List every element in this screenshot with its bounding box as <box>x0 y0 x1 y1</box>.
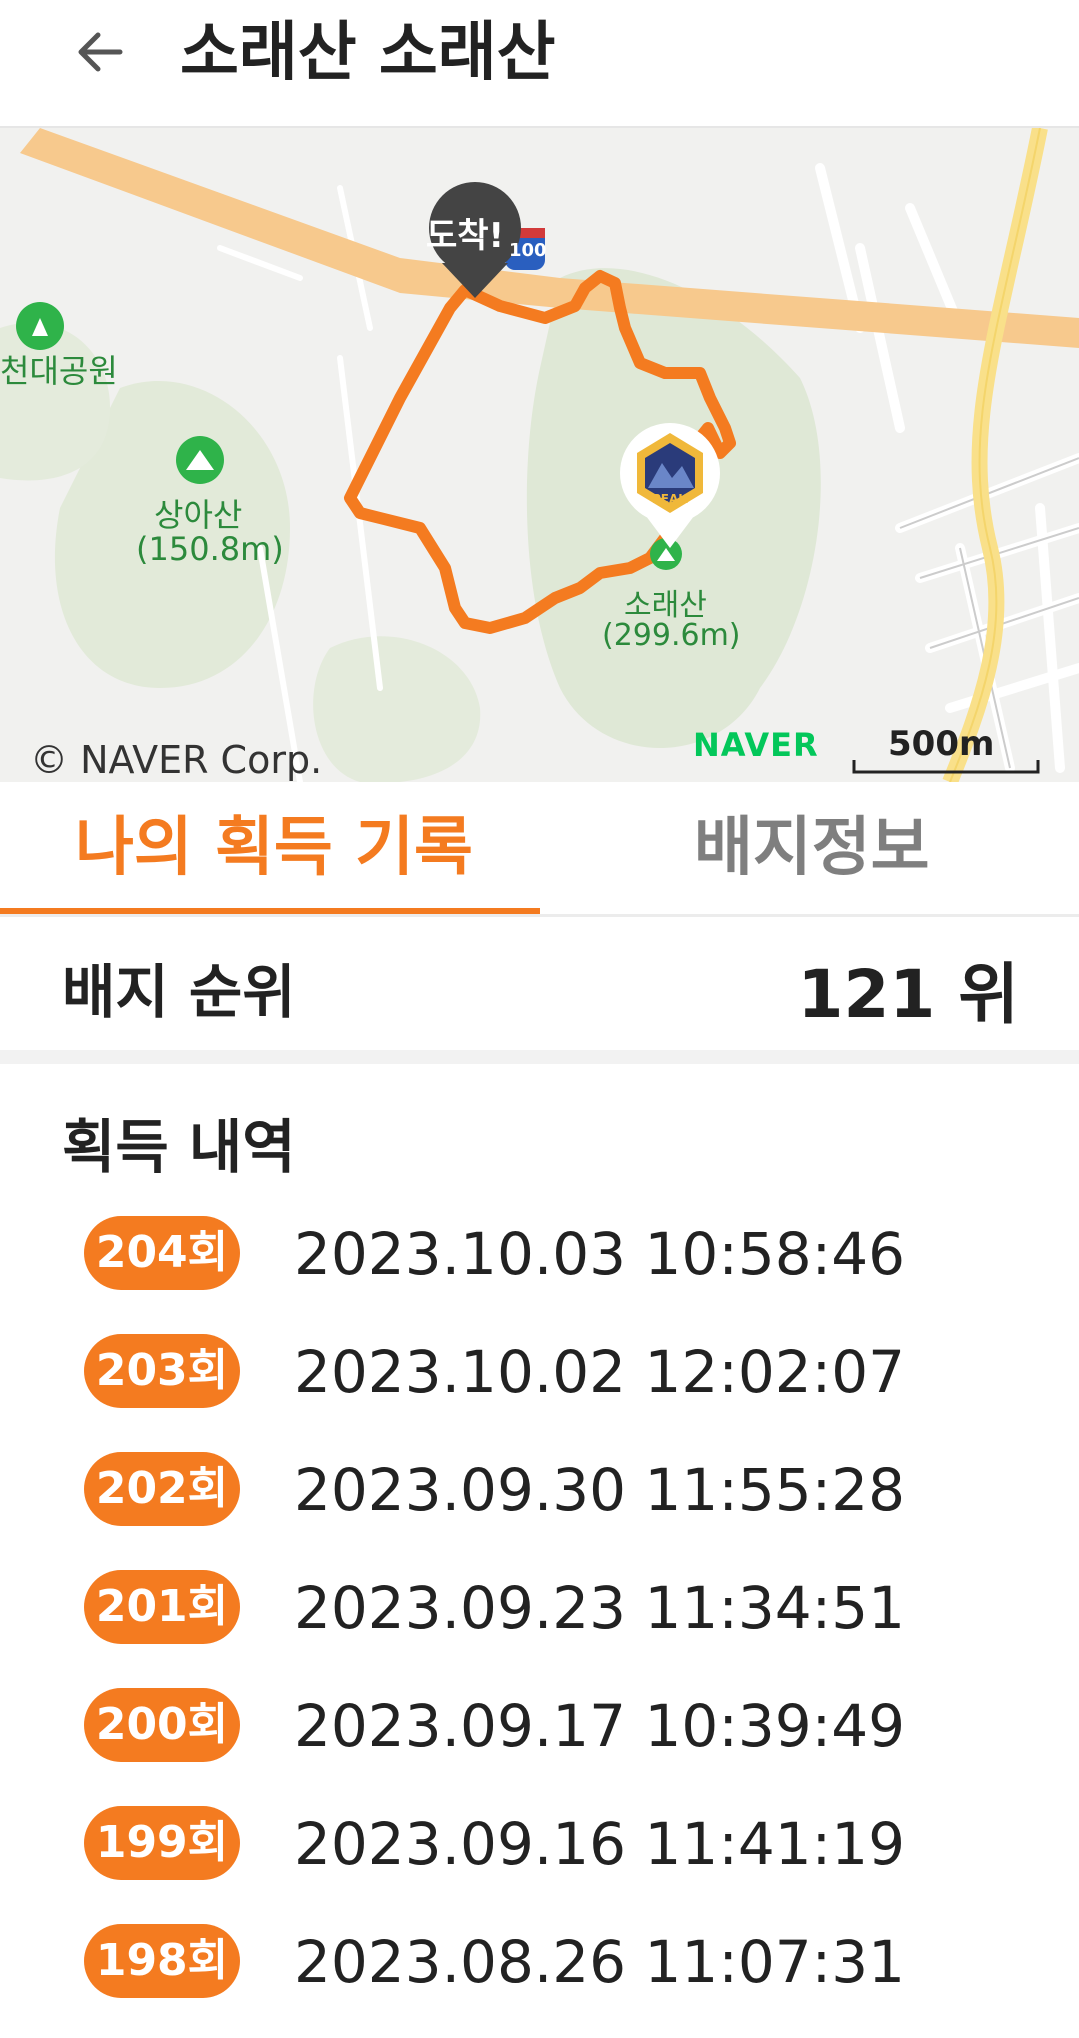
map-canvas[interactable] <box>0 128 1079 782</box>
list-item: 199회 2023.09.16 11:41:19 <box>0 1802 1079 1920</box>
datetime-text: 2023.10.02 12:02:07 <box>294 1338 906 1406</box>
count-badge: 204회 <box>84 1216 240 1290</box>
rank-value: 121 위 <box>797 956 1019 1033</box>
list-item: 202회 2023.09.30 11:55:28 <box>0 1448 1079 1566</box>
mountain-marker-icon <box>650 538 682 570</box>
back-arrow-icon[interactable] <box>70 22 130 82</box>
count-badge: 198회 <box>84 1924 240 1998</box>
count-badge: 199회 <box>84 1806 240 1880</box>
map-copyright: © NAVER Corp. <box>30 738 323 782</box>
arrival-label: 도착! <box>426 216 505 256</box>
list-item: 200회 2023.09.17 10:39:49 <box>0 1684 1079 1802</box>
history-list: 204회 2023.10.03 10:58:46 203회 2023.10.02… <box>0 1212 1079 2038</box>
route-map[interactable]: 천대공원 상아산 (150.8m) 소래산 (299.6m) 도착! 100 P… <box>0 128 1079 782</box>
count-badge: 202회 <box>84 1452 240 1526</box>
count-badge: 203회 <box>84 1334 240 1408</box>
datetime-text: 2023.09.17 10:39:49 <box>294 1692 906 1760</box>
list-item: 204회 2023.10.03 10:58:46 <box>0 1212 1079 1330</box>
map-scale: 500m <box>852 724 1040 774</box>
list-item: 198회 2023.08.26 11:07:31 <box>0 1920 1079 2038</box>
scale-label: 500m <box>888 724 995 764</box>
mountain-height-label: (299.6m) <box>602 618 741 653</box>
scale-bar-icon <box>852 760 1040 774</box>
page-title: 소래산 소래산 <box>180 16 556 90</box>
datetime-text: 2023.08.26 11:07:31 <box>294 1928 906 1996</box>
datetime-text: 2023.09.23 11:34:51 <box>294 1574 906 1642</box>
datetime-text: 2023.10.03 10:58:46 <box>294 1220 906 1288</box>
mountain-marker-icon <box>176 436 224 484</box>
app-header: 소래산 소래산 <box>0 0 1079 128</box>
park-label: 천대공원 <box>0 352 118 390</box>
naver-logo: NAVER <box>693 726 819 764</box>
rank-label: 배지 순위 <box>62 958 296 1026</box>
park-marker-icon <box>16 302 64 350</box>
list-item: 201회 2023.09.23 11:34:51 <box>0 1566 1079 1684</box>
badge-rank-row: 배지 순위 121 위 <box>0 917 1079 1064</box>
tab-my-records[interactable]: 나의 획득 기록 <box>75 782 473 914</box>
highway-number: 100 <box>509 240 547 261</box>
tab-badge-info[interactable]: 배지정보 <box>694 782 930 914</box>
history-title: 획득 내역 <box>62 1113 296 1181</box>
badge-text: PEAK <box>652 492 688 506</box>
mountain-height-label: (150.8m) <box>136 530 284 568</box>
count-badge: 200회 <box>84 1688 240 1762</box>
count-badge: 201회 <box>84 1570 240 1644</box>
datetime-text: 2023.09.30 11:55:28 <box>294 1456 906 1524</box>
active-tab-indicator <box>0 908 540 914</box>
datetime-text: 2023.09.16 11:41:19 <box>294 1810 906 1878</box>
tab-bar: 나의 획득 기록 배지정보 <box>0 782 1079 917</box>
list-item: 203회 2023.10.02 12:02:07 <box>0 1330 1079 1448</box>
